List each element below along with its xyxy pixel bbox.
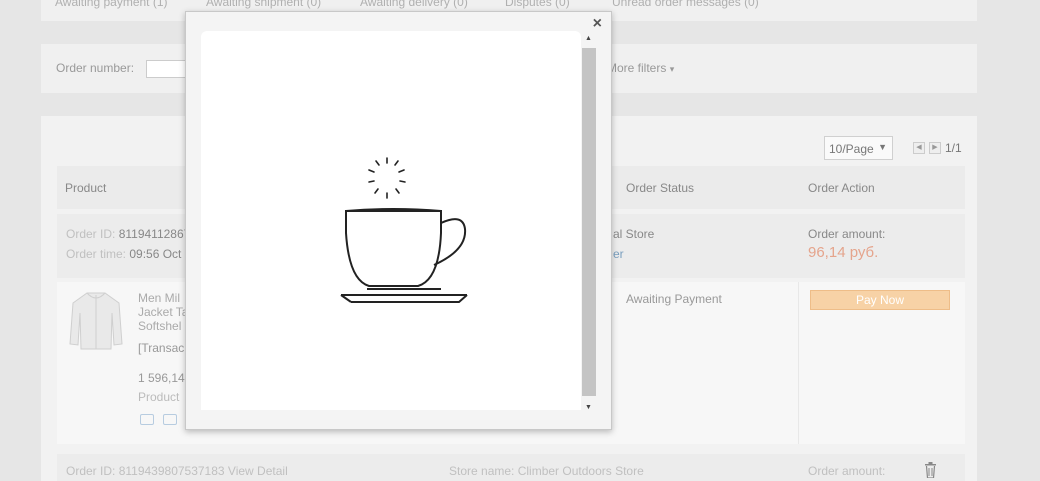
order-id-value: 81194112867	[118, 227, 191, 241]
order-amount-value: 96,14 руб.	[808, 244, 879, 261]
store-name-partial: al Store	[613, 227, 655, 241]
tab-awaiting-payment[interactable]: Awaiting payment (1)	[55, 0, 168, 9]
store-name-label: Store name:	[449, 464, 515, 478]
coffee-cup-loading-icon	[340, 157, 468, 303]
order-id-value: 8119439807537183	[118, 464, 225, 478]
order-amount-label: Order amount:	[808, 227, 886, 241]
store-link-partial[interactable]: er	[613, 247, 624, 261]
store-name: Store name: Climber Outdoors Store	[449, 464, 644, 478]
per-page-value: 10/Page	[829, 142, 874, 156]
order-id-label: Order ID:	[66, 227, 116, 241]
tab-awaiting-delivery[interactable]: Awaiting delivery (0)	[360, 0, 468, 9]
order-time-value: 09:56 Oct	[129, 247, 182, 261]
order-time: Order time: 09:56 Oct	[66, 247, 181, 261]
more-filters-link[interactable]: More filters ▾	[607, 61, 674, 75]
pay-now-button[interactable]: Pay Now	[810, 290, 950, 310]
tab-awaiting-shipment[interactable]: Awaiting shipment (0)	[206, 0, 321, 9]
product-properties-partial: Product	[138, 390, 180, 404]
loading-modal: × ▲ ▼	[185, 11, 612, 430]
header-product: Product	[65, 181, 107, 195]
header-order-status: Order Status	[626, 181, 695, 195]
close-icon[interactable]: ×	[593, 15, 602, 33]
trash-icon[interactable]	[925, 462, 936, 478]
modal-scrollbar[interactable]: ▲ ▼	[582, 35, 596, 411]
next-page-icon[interactable]: ▶	[929, 142, 941, 154]
snapshot-icon[interactable]	[163, 414, 177, 425]
header-order-action: Order Action	[808, 181, 875, 195]
jacket-thumbnail[interactable]	[67, 289, 125, 351]
product-title-line3[interactable]: Softshel	[138, 319, 181, 333]
scroll-thumb[interactable]	[582, 48, 596, 396]
prev-page-icon[interactable]: ◀	[913, 142, 925, 154]
order-id: Order ID: 8119439807537183 View Detail	[66, 464, 288, 478]
order-row-2: Order ID: 8119439807537183 View Detail S…	[57, 454, 965, 481]
column-divider	[798, 282, 799, 444]
chevron-down-icon: ▾	[669, 64, 675, 74]
scroll-up-icon[interactable]: ▲	[585, 35, 592, 42]
tab-unread-messages[interactable]: Unread order messages (0)	[612, 0, 759, 9]
modal-content-frame	[201, 31, 581, 410]
shipping-icon[interactable]	[140, 414, 154, 425]
per-page-select[interactable]: 10/Page ▼	[824, 136, 893, 160]
order-number-input[interactable]	[146, 60, 186, 78]
order-number-label: Order number:	[56, 61, 135, 75]
scroll-down-icon[interactable]: ▼	[585, 404, 592, 411]
product-title-line1[interactable]: Men Mil	[138, 291, 180, 305]
order-status: Awaiting Payment	[626, 292, 722, 306]
tab-disputes[interactable]: Disputes (0)	[505, 0, 570, 9]
caret-down-icon: ▼	[878, 142, 887, 152]
more-filters-label: More filters	[607, 61, 667, 75]
order-id: Order ID: 81194112867	[66, 227, 190, 241]
page-count: 1/1	[945, 141, 962, 155]
product-title-line2[interactable]: Jacket Ta	[138, 305, 188, 319]
price-partial: 1 596,14	[138, 371, 185, 385]
order-amount-label: Order amount:	[808, 464, 886, 478]
store-name-value[interactable]: Climber Outdoors Store	[518, 464, 644, 478]
order-id-label: Order ID:	[66, 464, 116, 478]
view-detail-link[interactable]: View Detail	[228, 464, 288, 478]
transaction-partial: [Transac	[138, 341, 185, 355]
order-time-label: Order time:	[66, 247, 127, 261]
